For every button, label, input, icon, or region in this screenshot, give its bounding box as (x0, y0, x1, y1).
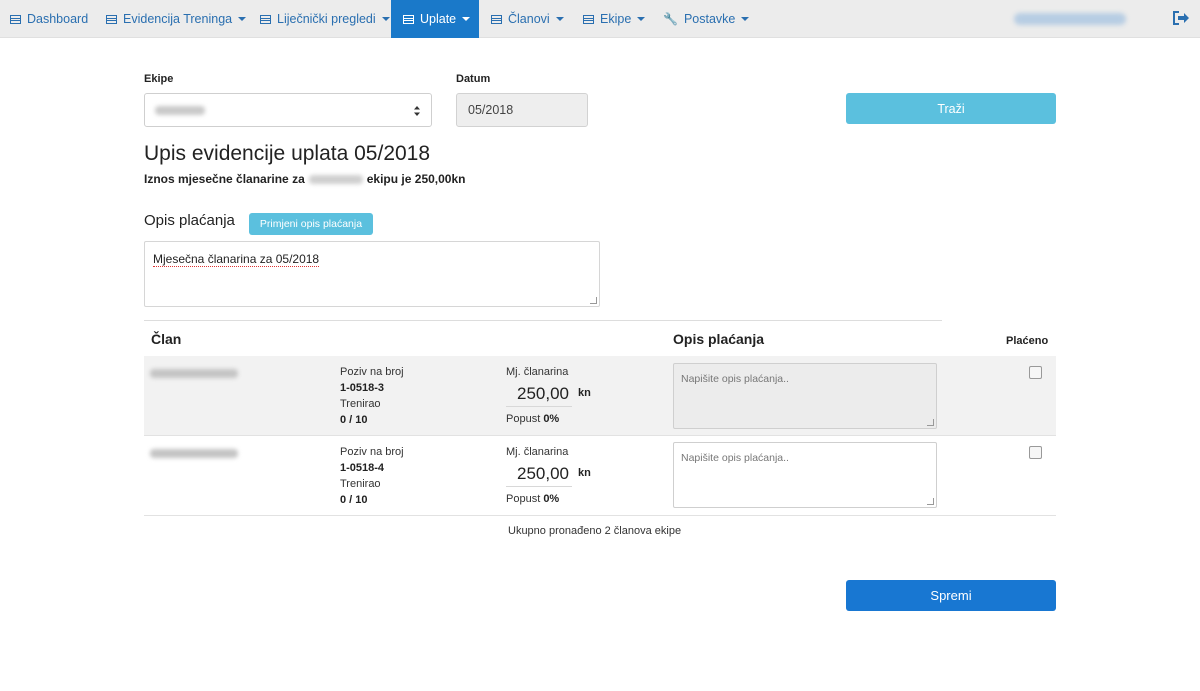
column-header-paid: Plaćeno (1006, 335, 1049, 347)
list-icon (106, 14, 117, 24)
select-arrows-icon (414, 106, 420, 116)
list-icon (10, 14, 21, 24)
team-select-value-redacted (155, 106, 205, 115)
paid-checkbox[interactable] (1029, 446, 1042, 459)
trained-value: 0 / 10 (340, 414, 368, 426)
user-name-redacted[interactable] (1014, 13, 1126, 25)
monthly-fee-amount: 250,00 (517, 384, 569, 403)
list-icon (260, 14, 271, 24)
caret-down-icon (381, 17, 390, 21)
row-description-placeholder: Napišite opis plaćanja.. (681, 452, 789, 464)
save-button[interactable]: Spremi (846, 580, 1056, 611)
resize-handle[interactable] (927, 498, 934, 505)
row-description-placeholder: Napišite opis plaćanja.. (681, 373, 789, 385)
nav-ekipe-label: Ekipe (600, 12, 632, 26)
members-found-total: Ukupno pronađeno 2 članova ekipe (508, 525, 682, 537)
table-bottom-divider (144, 515, 1056, 516)
amount-underline (506, 406, 572, 407)
wrench-icon: 🔧 (663, 12, 678, 26)
column-header-member: Član (151, 331, 182, 347)
ref-number-value: 1-0518-3 (340, 382, 385, 394)
table-row: Poziv na broj 1-0518-4 Trenirao 0 / 10 M… (144, 436, 1056, 516)
member-name-redacted (150, 449, 238, 458)
nav-lijecnicki-pregledi-label: Liječnički pregledi (277, 12, 376, 26)
discount-value: 0% (543, 493, 560, 505)
ref-number-value: 1-0518-4 (340, 462, 385, 474)
nav-clanovi-label: Članovi (508, 12, 550, 26)
currency-label: kn (578, 387, 591, 399)
nav-lijecnicki-pregledi[interactable]: Liječnički pregledi (260, 0, 390, 38)
row-description-textarea[interactable]: Napišite opis plaćanja.. (673, 442, 937, 508)
discount-label: Popust (506, 493, 541, 505)
discount-label: Popust (506, 413, 541, 425)
column-header-description: Opis plaćanja (673, 331, 765, 347)
trained-label: Trenirao (340, 398, 381, 410)
discount: Popust 0% (506, 413, 559, 425)
paid-checkbox[interactable] (1029, 366, 1042, 379)
payment-description-heading: Opis plaćanja (144, 212, 235, 229)
nav-clanovi[interactable]: Članovi (491, 0, 564, 38)
trained-label: Trenirao (340, 478, 381, 490)
resize-handle[interactable] (590, 297, 597, 304)
row-description-textarea[interactable]: Napišite opis plaćanja.. (673, 363, 937, 429)
payment-description-textarea[interactable]: Mjesečna članarina za 05/2018 (144, 241, 600, 307)
monthly-fee-label: Mj. članarina (506, 366, 569, 378)
nav-postavke-label: Postavke (683, 12, 736, 26)
date-field[interactable]: 05/2018 (456, 93, 588, 127)
membership-fee-info: Iznos mjesečne članarine za ekipu je 250… (144, 172, 465, 186)
caret-down-icon (741, 17, 750, 21)
monthly-fee-amount: 250,00 (517, 464, 569, 483)
trained-value: 0 / 10 (340, 494, 368, 506)
fee-info-suffix: ekipu je 250,00kn (366, 172, 466, 186)
nav-dashboard-label: Dashboard (27, 12, 89, 26)
nav-evidencija-treninga-label: Evidencija Treninga (123, 12, 233, 26)
nav-uplate[interactable]: Uplate (391, 0, 479, 38)
apply-description-button[interactable]: Primjeni opis plaćanja (249, 213, 373, 235)
top-navbar: Dashboard Evidencija Treninga Liječnički… (0, 0, 1200, 38)
nav-dashboard[interactable]: Dashboard (10, 0, 88, 38)
caret-down-icon (462, 17, 471, 21)
list-icon (491, 14, 502, 24)
currency-label: kn (578, 467, 591, 479)
resize-handle[interactable] (927, 419, 934, 426)
caret-down-icon (637, 17, 646, 21)
amount-underline (506, 486, 572, 487)
discount-value: 0% (543, 413, 560, 425)
nav-uplate-label: Uplate (420, 12, 457, 26)
table-top-divider (144, 320, 942, 321)
list-icon (583, 14, 594, 24)
ref-number-label: Poziv na broj (340, 446, 404, 458)
caret-down-icon (238, 17, 247, 21)
nav-evidencija-treninga[interactable]: Evidencija Treninga (106, 0, 247, 38)
logout-icon[interactable] (1172, 10, 1190, 26)
table-row: Poziv na broj 1-0518-3 Trenirao 0 / 10 M… (144, 356, 1056, 436)
payment-description-text: Mjesečna članarina za 05/2018 (153, 252, 320, 267)
team-name-redacted (308, 174, 363, 184)
page-title: Upis evidencije uplata 05/2018 (144, 142, 431, 165)
list-icon (403, 14, 414, 24)
team-select[interactable] (144, 93, 432, 127)
nav-postavke[interactable]: 🔧 Postavke (663, 0, 750, 38)
discount: Popust 0% (506, 493, 559, 505)
date-label: Datum (456, 73, 491, 85)
nav-ekipe[interactable]: Ekipe (583, 0, 646, 38)
fee-info-prefix: Iznos mjesečne članarine za (144, 172, 305, 186)
monthly-fee-label: Mj. članarina (506, 446, 569, 458)
team-label: Ekipe (144, 73, 174, 85)
caret-down-icon (555, 17, 564, 21)
search-button[interactable]: Traži (846, 93, 1056, 124)
ref-number-label: Poziv na broj (340, 366, 404, 378)
member-name-redacted (150, 369, 238, 378)
